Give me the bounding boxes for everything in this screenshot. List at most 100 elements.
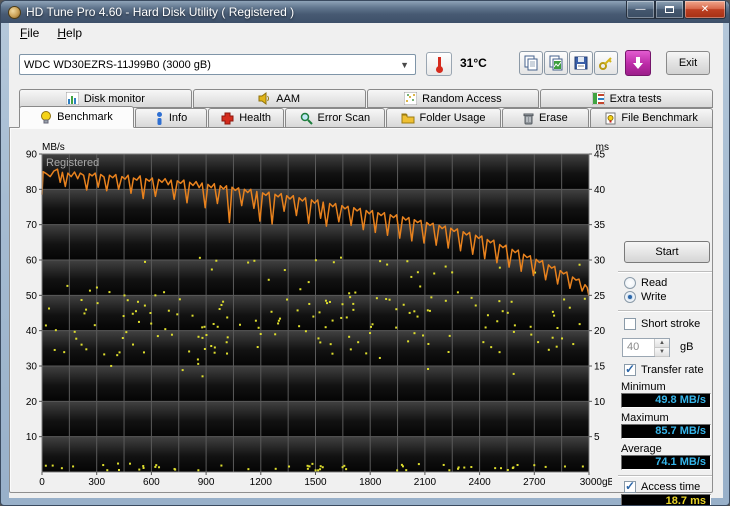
extra-tests-icon: [592, 92, 605, 105]
svg-text:50: 50: [26, 291, 38, 302]
gb-unit-label: gB: [680, 341, 693, 353]
svg-text:40: 40: [26, 326, 38, 337]
tab-file-benchmark[interactable]: File Benchmark: [590, 108, 713, 128]
read-radio[interactable]: Read: [624, 277, 667, 289]
svg-text:2100: 2100: [414, 477, 437, 488]
save-icon: [573, 55, 589, 71]
average-label: Average: [621, 443, 662, 455]
window-title: HD Tune Pro 4.60 - Hard Disk Utility ( R…: [26, 5, 294, 19]
maximize-button[interactable]: [655, 1, 684, 19]
access-time-value: 18.7 ms: [621, 494, 711, 506]
svg-text:2400: 2400: [468, 477, 491, 488]
svg-text:45: 45: [594, 150, 606, 161]
tab-info[interactable]: Info: [135, 108, 207, 128]
menu-bar: File Help: [9, 23, 723, 43]
spin-down-icon[interactable]: ▼: [655, 348, 669, 357]
maximize-icon: [665, 6, 674, 13]
minimum-label: Minimum: [621, 381, 666, 393]
tab-folder-usage[interactable]: Folder Usage: [386, 108, 501, 128]
minimum-value: 49.8 MB/s: [621, 393, 711, 408]
benchmark-icon: [40, 111, 52, 124]
trash-icon: [523, 112, 534, 125]
svg-text:40: 40: [594, 185, 606, 196]
svg-text:5: 5: [594, 432, 600, 443]
svg-text:1200: 1200: [250, 477, 273, 488]
read-radio-circle: [624, 277, 636, 289]
down-arrow-icon: [632, 56, 644, 70]
maximum-label: Maximum: [621, 412, 669, 424]
chevron-down-icon: ▼: [400, 60, 411, 70]
svg-text:1500: 1500: [304, 477, 327, 488]
copy-image-icon: [548, 55, 564, 71]
copy-text-button[interactable]: [519, 51, 543, 75]
svg-text:30: 30: [594, 256, 606, 267]
random-access-icon: [404, 92, 417, 105]
svg-text:10: 10: [26, 432, 38, 443]
tab-random-access[interactable]: Random Access: [367, 89, 540, 108]
spin-up-icon[interactable]: ▲: [655, 339, 669, 348]
folder-icon: [401, 112, 415, 124]
exit-button[interactable]: Exit: [666, 51, 710, 75]
svg-text:900: 900: [198, 477, 215, 488]
file-benchmark-icon: [605, 112, 616, 125]
tab-row-primary: Benchmark Info Health Err: [19, 108, 713, 128]
transfer-rate-checkbox[interactable]: Transfer rate: [624, 364, 704, 376]
tab-error-scan[interactable]: Error Scan: [285, 108, 384, 128]
menu-file[interactable]: File: [11, 24, 48, 42]
short-stroke-spinner[interactable]: 40 ▲▼: [622, 338, 670, 357]
svg-text:Registered: Registered: [46, 157, 99, 169]
app-window: HD Tune Pro 4.60 - Hard Disk Utility ( R…: [0, 0, 730, 506]
client-area: File Help WDC WD30EZRS-11J99B0 (3000 gB)…: [9, 23, 723, 498]
copy-icon: [523, 55, 539, 71]
save-button[interactable]: [569, 51, 593, 75]
start-button[interactable]: Start: [624, 241, 710, 263]
benchmark-controls: Start Read Write Short stroke 40 ▲: [616, 238, 714, 506]
close-button[interactable]: ✕: [684, 1, 726, 19]
health-cross-icon: [221, 112, 234, 125]
svg-text:20: 20: [594, 326, 606, 337]
tab-benchmark[interactable]: Benchmark: [19, 106, 134, 128]
menu-help[interactable]: Help: [48, 24, 91, 42]
options-icon: [598, 55, 614, 71]
write-radio[interactable]: Write: [624, 291, 666, 303]
maximum-value: 85.7 MB/s: [621, 424, 711, 439]
svg-text:35: 35: [594, 220, 606, 231]
access-time-checkbox[interactable]: Access time: [624, 481, 700, 493]
app-icon: [8, 6, 21, 19]
title-bar: HD Tune Pro 4.60 - Hard Disk Utility ( R…: [1, 1, 729, 23]
options-button[interactable]: [594, 51, 618, 75]
benchmark-chart: RegisteredMB/sms102030405060708090510152…: [12, 140, 612, 490]
tab-aam[interactable]: AAM: [193, 89, 366, 108]
tab-health[interactable]: Health: [208, 108, 284, 128]
svg-text:3000gB: 3000gB: [580, 477, 612, 488]
svg-text:2700: 2700: [523, 477, 546, 488]
magnifier-icon: [300, 112, 313, 125]
tab-erase[interactable]: Erase: [502, 108, 590, 128]
svg-text:30: 30: [26, 362, 38, 373]
svg-text:70: 70: [26, 220, 38, 231]
svg-text:80: 80: [26, 185, 38, 196]
short-stroke-value: 40: [623, 339, 654, 356]
average-value: 74.1 MB/s: [621, 455, 711, 470]
copy-image-button[interactable]: [544, 51, 568, 75]
temperature-button[interactable]: [426, 52, 452, 76]
drive-select-value: WDC WD30EZRS-11J99B0 (3000 gB): [24, 59, 211, 71]
short-stroke-checkbox[interactable]: Short stroke: [624, 318, 700, 330]
info-icon: [155, 112, 164, 125]
benchmark-panel: RegisteredMB/sms102030405060708090510152…: [9, 127, 713, 493]
temperature-value: 31°C: [460, 56, 487, 70]
drive-select[interactable]: WDC WD30EZRS-11J99B0 (3000 gB) ▼: [19, 54, 416, 75]
write-radio-circle: [624, 291, 636, 303]
svg-text:MB/s: MB/s: [42, 142, 65, 153]
svg-text:20: 20: [26, 397, 38, 408]
svg-text:60: 60: [26, 256, 38, 267]
svg-text:600: 600: [143, 477, 160, 488]
svg-text:90: 90: [26, 150, 38, 161]
minimize-button[interactable]: —: [626, 1, 655, 19]
svg-text:300: 300: [88, 477, 105, 488]
benchmark-chart-svg: RegisteredMB/sms102030405060708090510152…: [12, 140, 612, 490]
tab-extra-tests[interactable]: Extra tests: [540, 89, 713, 108]
svg-text:25: 25: [594, 291, 606, 302]
screenshot-button[interactable]: [625, 50, 651, 76]
disk-monitor-icon: [66, 92, 79, 105]
